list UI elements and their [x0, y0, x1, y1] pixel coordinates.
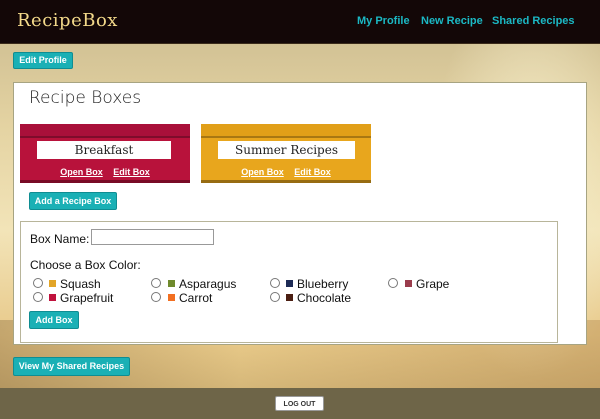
swatch-squash [49, 280, 56, 287]
swatch-chocolate [286, 294, 293, 301]
swatch-asparagus [168, 280, 175, 287]
swatch-grape [405, 280, 412, 287]
navbar: RecipeBox My Profile New Recipe Shared R… [0, 0, 600, 44]
swatch-grapefruit [49, 294, 56, 301]
add-box-form: Box Name: Choose a Box Color: Squash Asp… [20, 221, 558, 343]
color-option-grape: Grape [416, 277, 450, 291]
radio-squash[interactable] [33, 278, 43, 288]
nav-my-profile[interactable]: My Profile [357, 15, 410, 27]
radio-asparagus[interactable] [151, 278, 161, 288]
color-label: Choose a Box Color: [30, 258, 141, 272]
box-lid [20, 124, 190, 138]
color-option-blueberry: Blueberry [297, 277, 349, 291]
color-option-chocolate: Chocolate [297, 291, 352, 305]
box-base [20, 180, 190, 183]
open-box-link[interactable]: Open Box [241, 167, 284, 177]
color-option-squash: Squash [60, 277, 101, 291]
box-base [201, 180, 371, 183]
box-name-label: Breakfast [37, 141, 171, 159]
radio-grape[interactable] [388, 278, 398, 288]
logout-button[interactable]: LOG OUT [275, 396, 324, 411]
recipe-box-breakfast: Breakfast Open Box Edit Box [20, 124, 190, 183]
radio-chocolate[interactable] [270, 292, 280, 302]
edit-box-link[interactable]: Edit Box [113, 167, 150, 177]
radio-carrot[interactable] [151, 292, 161, 302]
nav-shared-recipes[interactable]: Shared Recipes [492, 15, 575, 27]
box-lid [201, 124, 371, 138]
edit-box-link[interactable]: Edit Box [294, 167, 331, 177]
add-box-button[interactable]: Add Box [29, 311, 79, 329]
radio-blueberry[interactable] [270, 278, 280, 288]
color-option-asparagus: Asparagus [179, 277, 237, 291]
radio-grapefruit[interactable] [33, 292, 43, 302]
recipe-boxes-panel: Recipe Boxes Breakfast Open Box Edit Box… [13, 82, 587, 345]
panel-title: Recipe Boxes [29, 88, 142, 108]
swatch-carrot [168, 294, 175, 301]
box-name-label: Box Name: [30, 232, 90, 246]
recipe-box-summer: Summer Recipes Open Box Edit Box [201, 124, 371, 183]
box-name-label: Summer Recipes [218, 141, 355, 159]
swatch-blueberry [286, 280, 293, 287]
box-links: Open Box Edit Box [201, 167, 371, 177]
open-box-link[interactable]: Open Box [60, 167, 103, 177]
color-option-carrot: Carrot [179, 291, 213, 305]
view-shared-recipes-button[interactable]: View My Shared Recipes [13, 357, 130, 376]
box-links: Open Box Edit Box [20, 167, 190, 177]
nav-new-recipe[interactable]: New Recipe [421, 15, 483, 27]
brand-logo[interactable]: RecipeBox [17, 10, 118, 31]
box-name-input[interactable] [91, 229, 214, 245]
edit-profile-button[interactable]: Edit Profile [13, 52, 73, 69]
color-option-grapefruit: Grapefruit [60, 291, 114, 305]
add-recipe-box-button[interactable]: Add a Recipe Box [29, 192, 117, 210]
